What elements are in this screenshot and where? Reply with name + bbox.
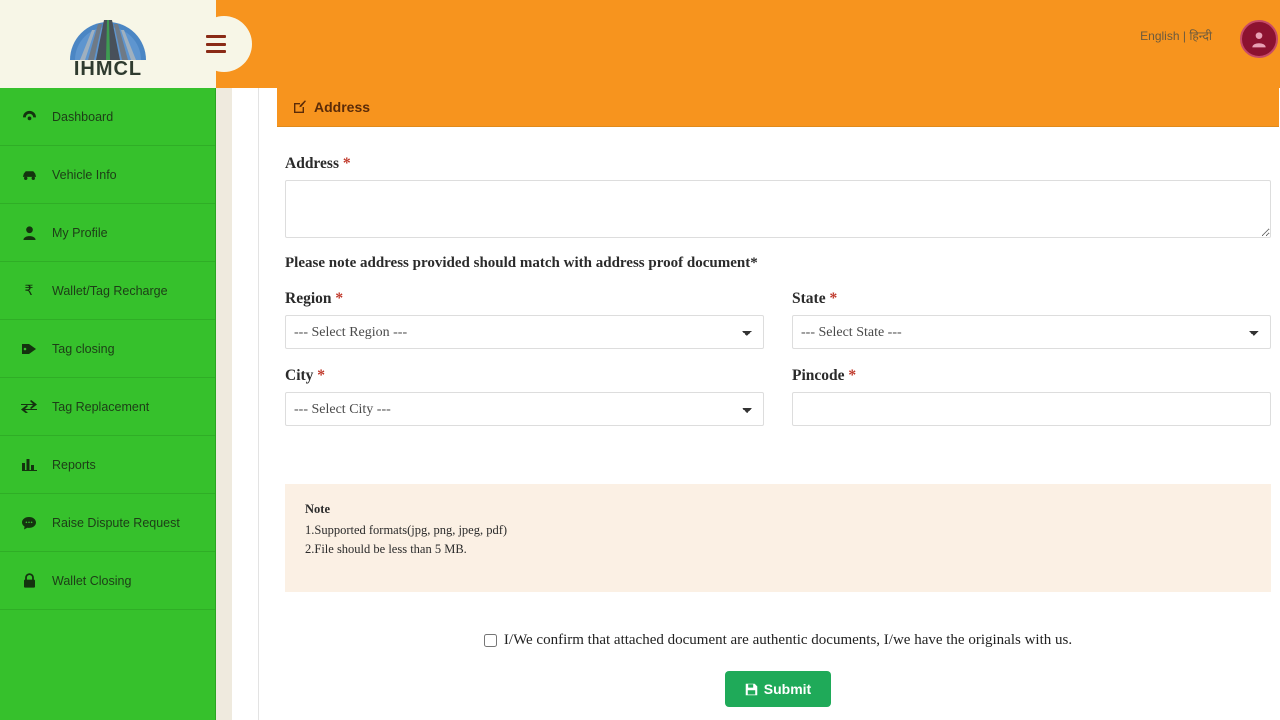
lang-hindi-link[interactable]: हिन्दी — [1189, 29, 1212, 43]
confirm-label: I/We confirm that attached document are … — [503, 632, 1073, 648]
sidebar-item-label: Wallet/Tag Recharge — [52, 283, 168, 298]
state-field: State * --- Select State --- — [792, 290, 1271, 349]
required-marker: * — [848, 367, 857, 384]
sidebar-item-label: Dashboard — [52, 109, 114, 124]
sidebar-content-divider — [216, 88, 232, 720]
submit-button[interactable]: Submit — [724, 671, 832, 707]
address-card-header: Address — [277, 88, 1279, 127]
tag-icon — [20, 342, 38, 356]
sidebar-item-label: Raise Dispute Request — [52, 515, 180, 530]
user-avatar-icon — [1252, 32, 1266, 48]
sidebar-item-my-profile[interactable]: My Profile — [0, 204, 215, 262]
sidebar-item-label: Vehicle Info — [52, 167, 117, 182]
city-field: City * --- Select City --- — [285, 367, 764, 426]
pincode-input[interactable] — [792, 392, 1271, 426]
pincode-field: Pincode * — [792, 367, 1271, 426]
sidebar-item-tag-replacement[interactable]: Tag Replacement — [0, 378, 215, 436]
address-card-title: Address — [314, 99, 371, 115]
address-proof-note: Please note address provided should matc… — [285, 255, 758, 271]
required-marker: * — [335, 290, 344, 307]
note-box: Note 1.Supported formats(jpg, png, jpeg,… — [285, 484, 1271, 592]
dashboard-icon — [20, 110, 38, 123]
ihmcl-dome-highway-logo — [70, 19, 146, 60]
page-root: IHMCL English | हिन्दी Dashboard Vehicle… — [0, 0, 1280, 720]
bar-chart-icon — [20, 458, 38, 471]
note-box-line-2: 2.File should be less than 5 MB. — [305, 542, 467, 557]
brand-logo[interactable]: IHMCL — [60, 10, 156, 79]
sidebar-item-reports[interactable]: Reports — [0, 436, 215, 494]
hamburger-icon[interactable] — [206, 33, 226, 55]
confirm-checkbox[interactable] — [483, 634, 497, 647]
pincode-label-text: Pincode — [792, 367, 845, 384]
user-avatar[interactable] — [1240, 20, 1278, 58]
note-box-line-1: 1.Supported formats(jpg, png, jpeg, pdf) — [305, 523, 508, 537]
city-select[interactable]: --- Select City --- — [285, 392, 764, 426]
main-content: Address Address * Please note address pr… — [232, 88, 1280, 720]
sidebar-item-label: Tag Replacement — [52, 399, 150, 414]
region-state-row: Region * --- Select Region --- State * -… — [285, 290, 1271, 349]
rupee-icon: ₹ — [24, 282, 34, 298]
sidebar-item-vehicle-info[interactable]: Vehicle Info — [0, 146, 215, 204]
city-label: City * — [285, 367, 764, 385]
submit-button-label: Submit — [763, 681, 812, 697]
top-header-bar: English | हिन्दी — [216, 0, 1280, 88]
lang-separator: | — [1182, 28, 1186, 43]
address-label: Address * — [285, 155, 1271, 173]
note-box-title: Note — [305, 502, 330, 516]
region-label-text: Region — [285, 290, 332, 307]
brand-logo-text: IHMCL — [73, 57, 143, 80]
state-label-text: State — [792, 290, 826, 307]
city-pincode-row: City * --- Select City --- Pincode * — [285, 367, 1271, 426]
region-select[interactable]: --- Select Region --- — [285, 315, 764, 349]
submit-row: Submit — [259, 671, 1280, 720]
sidebar-item-label: Reports — [52, 457, 96, 472]
sidebar-nav: Dashboard Vehicle Info My Profile ₹ Wall… — [0, 88, 216, 720]
confirmation-row: I/We confirm that attached document are … — [259, 632, 1280, 649]
required-marker: * — [317, 367, 326, 384]
car-icon — [20, 169, 38, 181]
region-field: Region * --- Select Region --- — [285, 290, 764, 349]
city-label-text: City — [285, 367, 314, 384]
sidebar-item-tag-closing[interactable]: Tag closing — [0, 320, 215, 378]
exchange-icon — [20, 400, 38, 413]
region-label: Region * — [285, 290, 764, 308]
language-switcher[interactable]: English | हिन्दी — [1140, 27, 1212, 44]
save-floppy-icon — [745, 683, 758, 695]
sidebar-item-label: Tag closing — [52, 341, 115, 356]
address-card-body: Address * Please note address provided s… — [259, 127, 1280, 466]
required-marker: * — [829, 290, 838, 307]
sidebar-item-wallet-closing[interactable]: Wallet Closing — [0, 552, 215, 610]
user-icon — [20, 225, 38, 240]
sidebar-item-raise-dispute-request[interactable]: Raise Dispute Request — [0, 494, 215, 552]
sidebar-item-dashboard[interactable]: Dashboard — [0, 88, 215, 146]
address-card: Address Address * Please note address pr… — [258, 88, 1280, 720]
sidebar-item-wallet-tag-recharge[interactable]: ₹ Wallet/Tag Recharge — [0, 262, 215, 320]
sidebar-item-label: Wallet Closing — [52, 573, 132, 588]
sidebar-item-label: My Profile — [52, 225, 108, 240]
state-label: State * — [792, 290, 1271, 308]
pincode-label: Pincode * — [792, 367, 1271, 385]
edit-square-icon — [294, 100, 306, 113]
address-label-text: Address — [285, 155, 339, 172]
lang-english-link[interactable]: English — [1140, 29, 1179, 43]
lock-icon — [20, 573, 38, 588]
address-input[interactable] — [285, 180, 1271, 238]
state-select[interactable]: --- Select State --- — [792, 315, 1271, 349]
required-marker: * — [342, 155, 351, 172]
comment-icon — [20, 516, 38, 530]
logo-panel: IHMCL — [0, 0, 216, 88]
